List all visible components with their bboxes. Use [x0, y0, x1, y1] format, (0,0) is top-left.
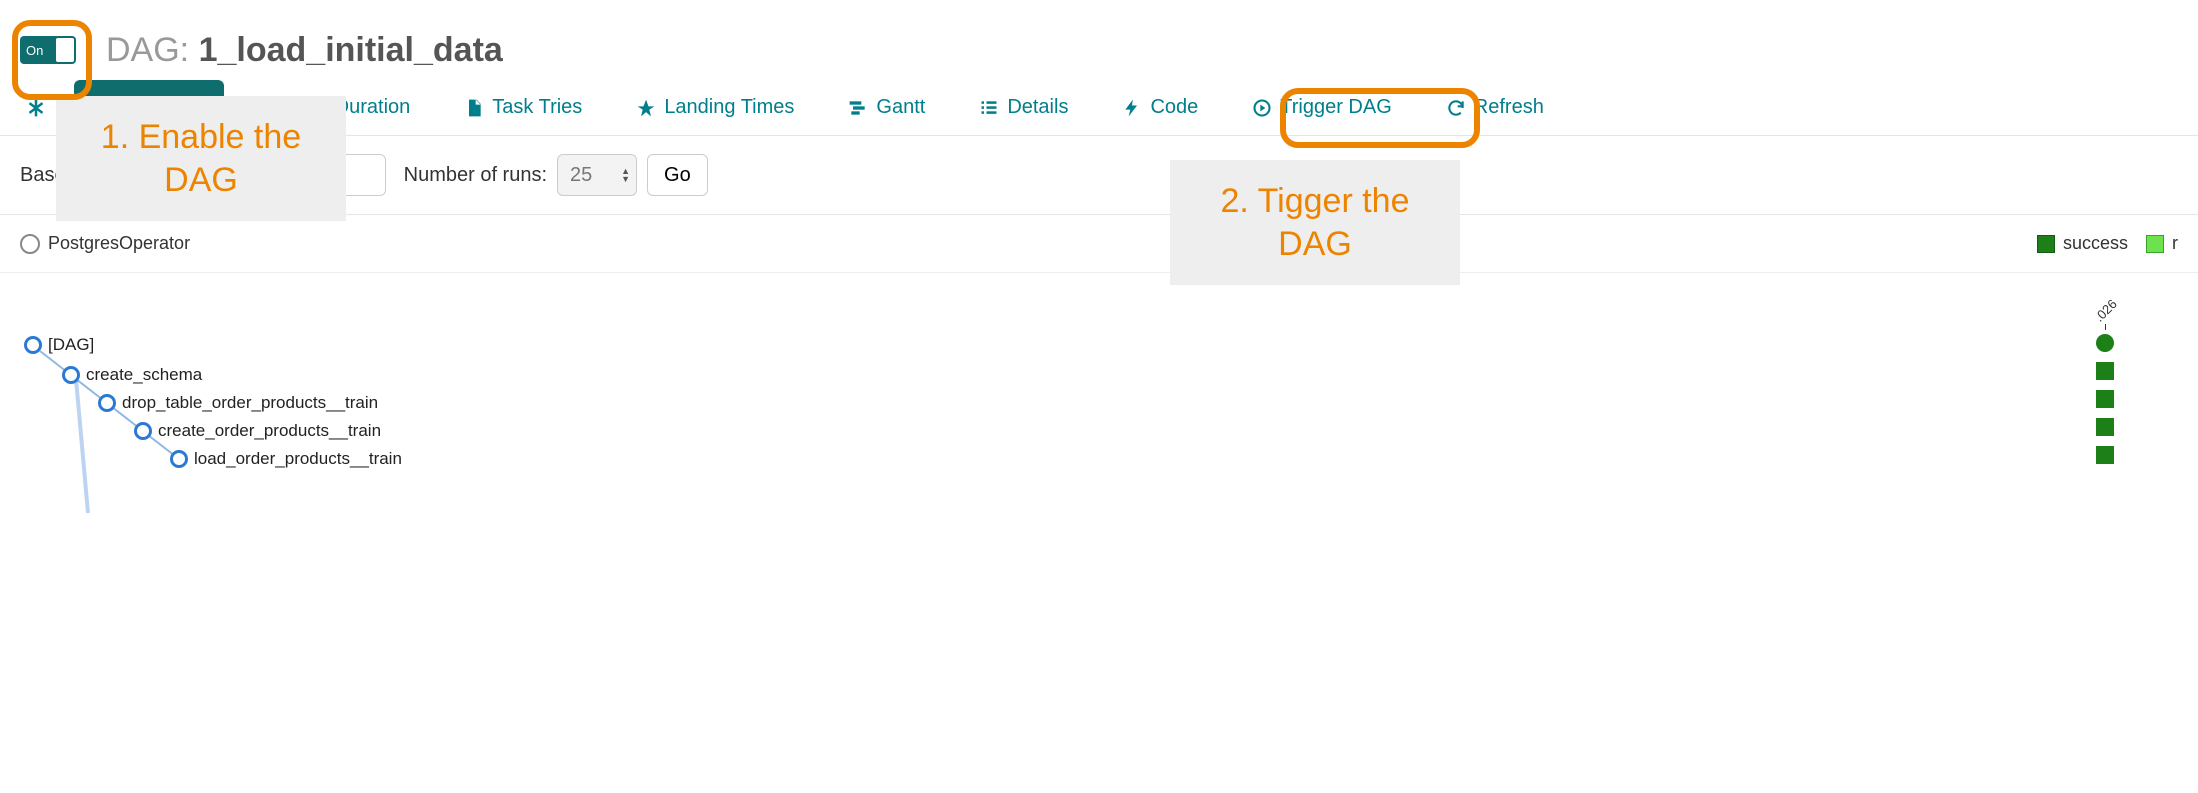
legend-row: PostgresOperator success r: [0, 215, 2198, 273]
tab-label: Task Tries: [492, 96, 582, 119]
tab-task-tries[interactable]: Task Tries: [446, 80, 600, 135]
task-status-cell[interactable]: [2096, 362, 2114, 380]
tree-node-create-order-products[interactable]: create_order_products__train: [134, 421, 381, 441]
plane-icon: [636, 98, 656, 118]
chevron-updown-icon: ▲▼: [621, 167, 630, 183]
gantt-icon: [848, 98, 868, 118]
tab-label: Code: [1150, 96, 1198, 119]
tab-label: Landing Times: [664, 96, 794, 119]
node-circle-icon: [24, 336, 42, 354]
tab-label: Trigger DAG: [1280, 96, 1392, 119]
tab-label: Refresh: [1474, 96, 1544, 119]
document-icon: [464, 98, 484, 118]
refresh-icon: [1446, 98, 1466, 118]
trigger-dag-button[interactable]: Trigger DAG: [1234, 80, 1410, 135]
task-status-cell[interactable]: [2096, 390, 2114, 408]
toggle-label: On: [26, 43, 43, 58]
go-button[interactable]: Go: [647, 154, 708, 196]
play-circle-icon: [1252, 98, 1272, 118]
operator-label: PostgresOperator: [48, 233, 190, 254]
page-title: DAG: 1_load_initial_data: [106, 31, 503, 70]
tree-node-dag[interactable]: [DAG]: [24, 335, 94, 355]
running-label: r: [2172, 233, 2178, 254]
node-circle-icon: [62, 366, 80, 384]
tab-landing-times[interactable]: Landing Times: [618, 80, 812, 135]
asterisk-icon: [26, 98, 46, 118]
tab-gantt[interactable]: Gantt: [830, 80, 943, 135]
tree-node-load-order-products[interactable]: load_order_products__train: [170, 449, 402, 469]
status-column: .026: [2093, 303, 2118, 474]
running-swatch: [2146, 235, 2164, 253]
dag-run-status[interactable]: [2096, 334, 2114, 352]
runs-value: 25: [570, 164, 592, 187]
runs-label: Number of runs:: [404, 164, 547, 187]
dag-enable-toggle[interactable]: On: [20, 36, 76, 64]
tree-view: [DAG] create_schema drop_table_order_pro…: [0, 273, 2198, 533]
operator-swatch: [20, 234, 40, 254]
refresh-button[interactable]: Refresh: [1428, 80, 1562, 135]
annotation-text-2: 2. Tigger the DAG: [1170, 160, 1460, 285]
dag-name: 1_load_initial_data: [199, 31, 503, 69]
tree-node-create-schema[interactable]: create_schema: [62, 365, 202, 385]
tab-label: Gantt: [876, 96, 925, 119]
task-status-cell[interactable]: [2096, 446, 2114, 464]
list-icon: [979, 98, 999, 118]
task-status-cell[interactable]: [2096, 418, 2114, 436]
runs-select[interactable]: 25 ▲▼: [557, 154, 637, 196]
tab-label: Details: [1007, 96, 1068, 119]
tree-node-drop-table[interactable]: drop_table_order_products__train: [98, 393, 378, 413]
tab-code[interactable]: Code: [1104, 80, 1216, 135]
dag-prefix: DAG:: [106, 31, 199, 69]
success-label: success: [2063, 233, 2128, 254]
node-circle-icon: [170, 450, 188, 468]
bolt-icon: [1122, 98, 1142, 118]
node-circle-icon: [134, 422, 152, 440]
success-swatch: [2037, 235, 2055, 253]
annotation-text-1: 1. Enable the DAG: [56, 96, 346, 221]
tab-tree-view-partial[interactable]: [20, 80, 56, 135]
status-tick-label: .026: [2091, 296, 2120, 325]
tab-details[interactable]: Details: [961, 80, 1086, 135]
node-circle-icon: [98, 394, 116, 412]
